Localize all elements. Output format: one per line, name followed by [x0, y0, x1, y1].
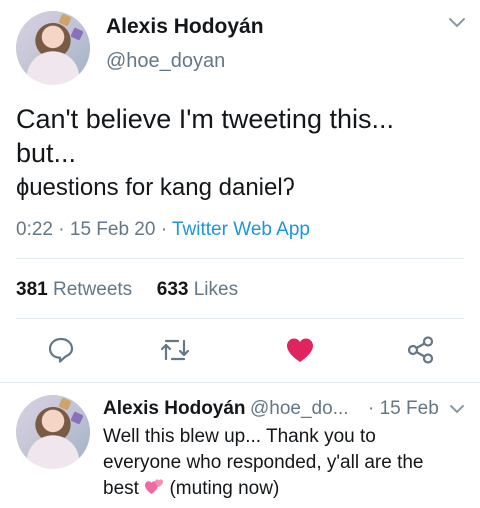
retweets-count: 381 [16, 279, 48, 300]
divider [16, 258, 464, 259]
tweet-stats: 381 Retweets 633 Likes [16, 279, 238, 301]
meta-separator: · [58, 219, 65, 240]
chevron-down-icon[interactable] [448, 403, 466, 421]
reply-text-after-emoji: (muting now) [169, 478, 280, 499]
share-icon[interactable] [406, 336, 436, 364]
tweet-text-line: Can't believe I'm tweeting this... [16, 104, 394, 134]
reply-text-line: Well this blew up... Thank you to [103, 426, 376, 447]
avatar-decoration [58, 13, 72, 27]
likes-label: Likes [193, 279, 239, 300]
reply-icon[interactable] [47, 336, 75, 364]
retweets-stat[interactable]: 381 Retweets [16, 279, 132, 300]
avatar-decoration [70, 27, 84, 41]
tweet-text-line: but... [16, 138, 77, 168]
tweet-source-link[interactable]: Twitter Web App [172, 219, 310, 240]
reply-text-before-emoji: best [103, 478, 139, 499]
meta-separator: · [368, 398, 375, 419]
author-name[interactable]: Alexis Hodoyán [106, 15, 264, 39]
reply-author-avatar[interactable] [16, 395, 90, 469]
avatar-decoration [58, 397, 72, 411]
chevron-down-icon[interactable] [447, 16, 467, 35]
reply-author-handle[interactable]: @hoe_do... [250, 398, 349, 419]
tweet-text-line: ɸuestions for kang danielʔ [16, 174, 295, 201]
reply-author-name[interactable]: Alexis Hodoyán [103, 398, 246, 419]
reply-date[interactable]: · 15 Feb [368, 398, 439, 420]
divider [16, 318, 464, 319]
tweet-meta: 0:22 · 15 Feb 20 · Twitter Web App [16, 219, 310, 241]
heart-icon[interactable] [285, 336, 315, 364]
likes-stat[interactable]: 633 Likes [157, 279, 238, 300]
reply-text-line: everyone who responded, y'all are the [103, 452, 424, 473]
retweet-icon[interactable] [160, 336, 190, 364]
tweet-date[interactable]: 15 Feb 20 [70, 219, 156, 240]
reply-text-line3: best (muting now) [103, 477, 279, 501]
two-hearts-emoji-icon [144, 477, 164, 497]
author-handle[interactable]: @hoe_doyan [106, 50, 225, 73]
divider [0, 382, 480, 383]
likes-count: 633 [156, 279, 189, 300]
tweet-time[interactable]: 0:22 [16, 219, 53, 240]
author-avatar[interactable] [16, 11, 90, 85]
reply-header: Alexis Hodoyán @hoe_do... [103, 398, 349, 420]
meta-separator: · [160, 219, 168, 240]
retweets-label: Retweets [52, 279, 133, 300]
avatar-decoration [70, 411, 84, 425]
